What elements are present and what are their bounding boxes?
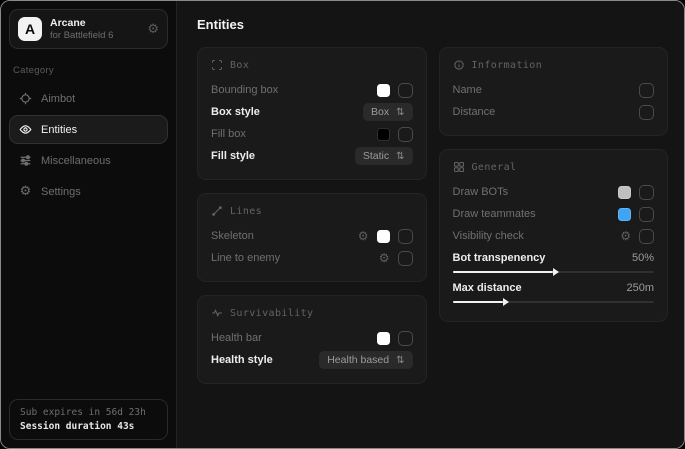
- setting-row-name: Name: [453, 79, 655, 101]
- line-to-enemy-checkbox[interactable]: [398, 251, 413, 266]
- app-window: A Arcane for Battlefield 6 ⚙ Category Ai…: [0, 0, 685, 449]
- sidebar-item-label: Miscellaneous: [41, 155, 111, 167]
- card-title: Box: [230, 60, 249, 71]
- session-duration-text: Session duration 43s: [20, 421, 157, 432]
- unfold-icon: ⇅: [396, 107, 404, 118]
- color-swatch[interactable]: [618, 208, 631, 221]
- draw-teammates-checkbox[interactable]: [639, 207, 654, 222]
- card-title: Lines: [230, 206, 262, 217]
- sidebar-item-label: Settings: [41, 186, 81, 198]
- sidebar-item-settings[interactable]: ⚙ Settings: [9, 177, 168, 206]
- health-style-dropdown[interactable]: Health based ⇅: [319, 351, 412, 369]
- sidebar-item-miscellaneous[interactable]: Miscellaneous: [9, 146, 168, 175]
- sidebar: A Arcane for Battlefield 6 ⚙ Category Ai…: [1, 1, 177, 448]
- app-title: Arcane: [50, 17, 139, 29]
- health-pulse-icon: [211, 307, 223, 319]
- card-title: General: [472, 162, 517, 173]
- sidebar-item-aimbot[interactable]: Aimbot: [9, 84, 168, 113]
- slider-value: 250m: [626, 282, 654, 294]
- color-swatch[interactable]: [618, 186, 631, 199]
- skeleton-checkbox[interactable]: [398, 229, 413, 244]
- setting-row-box-style: Box style Box ⇅: [211, 101, 413, 123]
- setting-row-skeleton: Skeleton ⚙: [211, 225, 413, 247]
- setting-row-health-bar: Health bar: [211, 327, 413, 349]
- setting-row-max-distance: Max distance 250m: [453, 279, 655, 297]
- setting-row-bot-transparency: Bot transpenency 50%: [453, 249, 655, 267]
- box-style-dropdown[interactable]: Box ⇅: [363, 103, 412, 121]
- sidebar-nav: Aimbot Entities Miscellaneous ⚙ Settings: [9, 84, 168, 206]
- survivability-card: Survivability Health bar Health style: [197, 295, 427, 384]
- gear-icon[interactable]: ⚙: [379, 252, 390, 264]
- bot-transparency-slider[interactable]: [453, 271, 655, 273]
- color-swatch[interactable]: [377, 332, 390, 345]
- sidebar-item-label: Entities: [41, 124, 77, 136]
- lines-card: Lines Skeleton ⚙ Line to enemy ⚙: [197, 193, 427, 282]
- visibility-check-checkbox[interactable]: [639, 229, 654, 244]
- eye-icon: [19, 123, 32, 136]
- dropdown-value: Health based: [327, 354, 389, 366]
- distance-checkbox[interactable]: [639, 105, 654, 120]
- color-swatch[interactable]: [377, 230, 390, 243]
- setting-row-fill-box: Fill box: [211, 123, 413, 145]
- setting-row-line-to-enemy: Line to enemy ⚙: [211, 247, 413, 269]
- setting-row-bounding-box: Bounding box: [211, 79, 413, 101]
- card-title: Survivability: [230, 308, 313, 319]
- main-content: Entities Box Bounding box: [177, 1, 684, 448]
- setting-row-fill-style: Fill style Static ⇅: [211, 145, 413, 167]
- sidebar-item-entities[interactable]: Entities: [9, 115, 168, 144]
- fill-style-dropdown[interactable]: Static ⇅: [355, 147, 413, 165]
- bounding-box-checkbox[interactable]: [398, 83, 413, 98]
- line-icon: [211, 205, 223, 217]
- setting-row-distance: Distance: [453, 101, 655, 123]
- setting-row-draw-teammates: Draw teammates: [453, 203, 655, 225]
- sub-expiry-text: Sub expires in 56d 23h: [20, 407, 157, 418]
- slider-value: 50%: [632, 252, 654, 264]
- draw-bots-checkbox[interactable]: [639, 185, 654, 200]
- crosshair-icon: [19, 92, 32, 105]
- unfold-icon: ⇅: [396, 355, 404, 366]
- sliders-icon: [19, 154, 32, 167]
- gear-icon[interactable]: ⚙: [147, 22, 159, 37]
- setting-row-visibility-check: Visibility check ⚙: [453, 225, 655, 247]
- page-title: Entities: [197, 17, 668, 32]
- health-bar-checkbox[interactable]: [398, 331, 413, 346]
- setting-row-health-style: Health style Health based ⇅: [211, 349, 413, 371]
- setting-row-draw-bots: Draw BOTs: [453, 181, 655, 203]
- fill-box-checkbox[interactable]: [398, 127, 413, 142]
- sidebar-item-label: Aimbot: [41, 93, 75, 105]
- name-checkbox[interactable]: [639, 83, 654, 98]
- box-card: Box Bounding box Box style Box: [197, 47, 427, 180]
- category-label: Category: [13, 65, 164, 76]
- color-swatch[interactable]: [377, 128, 390, 141]
- max-distance-slider[interactable]: [453, 301, 655, 303]
- color-swatch[interactable]: [377, 84, 390, 97]
- box-corners-icon: [211, 59, 223, 71]
- unfold-icon: ⇅: [396, 151, 404, 162]
- grid-icon: [453, 161, 465, 173]
- info-icon: [453, 59, 465, 71]
- gear-icon: ⚙: [19, 184, 32, 199]
- information-card: Information Name Distance: [439, 47, 669, 136]
- app-logo: A: [18, 17, 42, 41]
- gear-icon[interactable]: ⚙: [358, 230, 369, 242]
- app-subtitle: for Battlefield 6: [50, 30, 139, 41]
- general-card: General Draw BOTs Draw teammates: [439, 149, 669, 322]
- card-title: Information: [472, 60, 543, 71]
- dropdown-value: Box: [371, 106, 389, 118]
- gear-icon[interactable]: ⚙: [620, 230, 631, 242]
- dropdown-value: Static: [363, 150, 389, 162]
- subscription-info: Sub expires in 56d 23h Session duration …: [9, 399, 168, 440]
- logo-card: A Arcane for Battlefield 6 ⚙: [9, 9, 168, 49]
